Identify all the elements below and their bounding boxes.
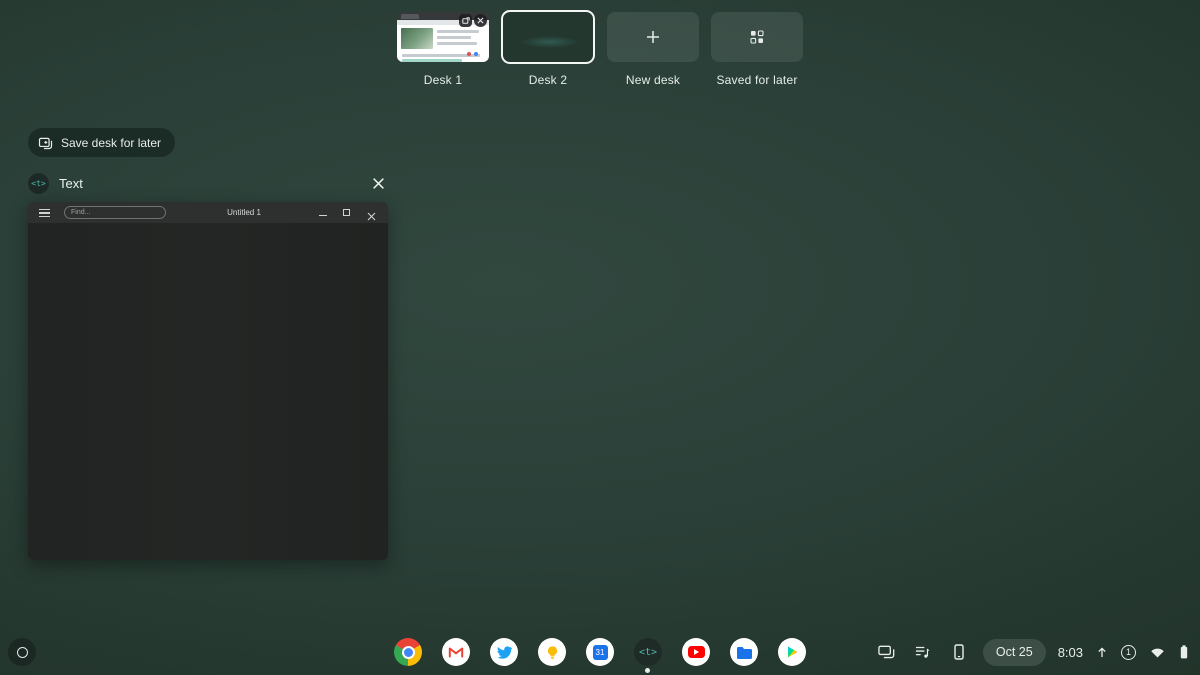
desk-2-thumbnail[interactable]: [501, 10, 595, 64]
text-app-icon[interactable]: <t>: [634, 638, 662, 666]
saved-for-later-label: Saved for later: [716, 73, 798, 87]
calendar-icon[interactable]: 31: [586, 638, 614, 666]
gmail-icon[interactable]: [442, 638, 470, 666]
shelf-apps: 31 <t>: [394, 638, 806, 673]
editor-body: [28, 223, 388, 560]
desk-1-close-icon[interactable]: [474, 14, 487, 27]
desk-bar: Desk 1 Desk 2 New desk Saved for later: [397, 8, 803, 87]
plus-icon: [647, 31, 659, 43]
play-store-icon[interactable]: [778, 638, 806, 666]
close-icon: [372, 178, 384, 189]
new-desk-label: New desk: [625, 73, 681, 87]
calendar-day: 31: [592, 644, 608, 660]
status-tray: Oct 25 8:03 1: [875, 638, 1190, 666]
screen-mirror-icon[interactable]: [875, 640, 899, 664]
twitter-icon[interactable]: [490, 638, 518, 666]
document-title: Untitled 1: [227, 208, 261, 217]
desk-1: Desk 1: [397, 8, 489, 87]
shelf: 31 <t> Oct 25 8:03 1: [0, 629, 1200, 675]
text-app-window-preview[interactable]: Find... Untitled 1: [28, 202, 388, 560]
phone-hub-icon[interactable]: [947, 640, 971, 664]
notification-counter[interactable]: 1: [1121, 644, 1136, 660]
text-app-glyph: <t>: [638, 646, 658, 658]
menu-icon: [39, 209, 50, 219]
desk-1-label[interactable]: Desk 1: [424, 73, 463, 87]
active-app-indicator: [645, 668, 650, 673]
window-header: <t> Text: [28, 171, 388, 196]
save-desk-for-later-button[interactable]: Save desk for later: [28, 128, 176, 157]
desk-1-thumbnail[interactable]: [397, 12, 489, 62]
clock[interactable]: 8:03: [1058, 645, 1083, 660]
youtube-icon[interactable]: [682, 638, 710, 666]
find-input: Find...: [64, 206, 166, 219]
maximize-icon: [343, 208, 350, 216]
save-desk-label: Save desk for later: [61, 135, 162, 150]
keep-icon[interactable]: [538, 638, 566, 666]
combine-desks-icon[interactable]: [459, 14, 472, 27]
chrome-icon[interactable]: [394, 638, 422, 666]
editor-close-icon: [367, 208, 376, 226]
minimize-icon: [319, 215, 327, 217]
desks-grid-icon: [750, 30, 764, 44]
text-app-badge-icon: <t>: [28, 173, 49, 194]
network-icon[interactable]: [1148, 640, 1166, 664]
new-desk: New desk: [607, 8, 699, 87]
launcher-button[interactable]: [8, 638, 36, 666]
media-controls-icon[interactable]: [911, 640, 935, 664]
editor-titlebar: Find... Untitled 1: [28, 202, 388, 223]
launcher-icon: [16, 646, 28, 658]
new-desk-button[interactable]: [607, 12, 699, 62]
date-button[interactable]: Oct 25: [982, 638, 1046, 666]
saved-for-later-button[interactable]: [711, 12, 803, 62]
window-close-button[interactable]: [368, 174, 388, 194]
battery-icon[interactable]: [1178, 640, 1190, 664]
save-desk-icon: [38, 137, 53, 150]
overview-screen: Desk 1 Desk 2 New desk Saved for later S…: [0, 0, 1200, 675]
window-title: Text: [59, 176, 83, 191]
desk-2: Desk 2: [501, 8, 595, 87]
desk-2-label[interactable]: Desk 2: [529, 73, 568, 87]
saved-for-later: Saved for later: [711, 8, 803, 87]
caps-arrow-icon[interactable]: [1095, 640, 1109, 664]
files-icon[interactable]: [730, 638, 758, 666]
